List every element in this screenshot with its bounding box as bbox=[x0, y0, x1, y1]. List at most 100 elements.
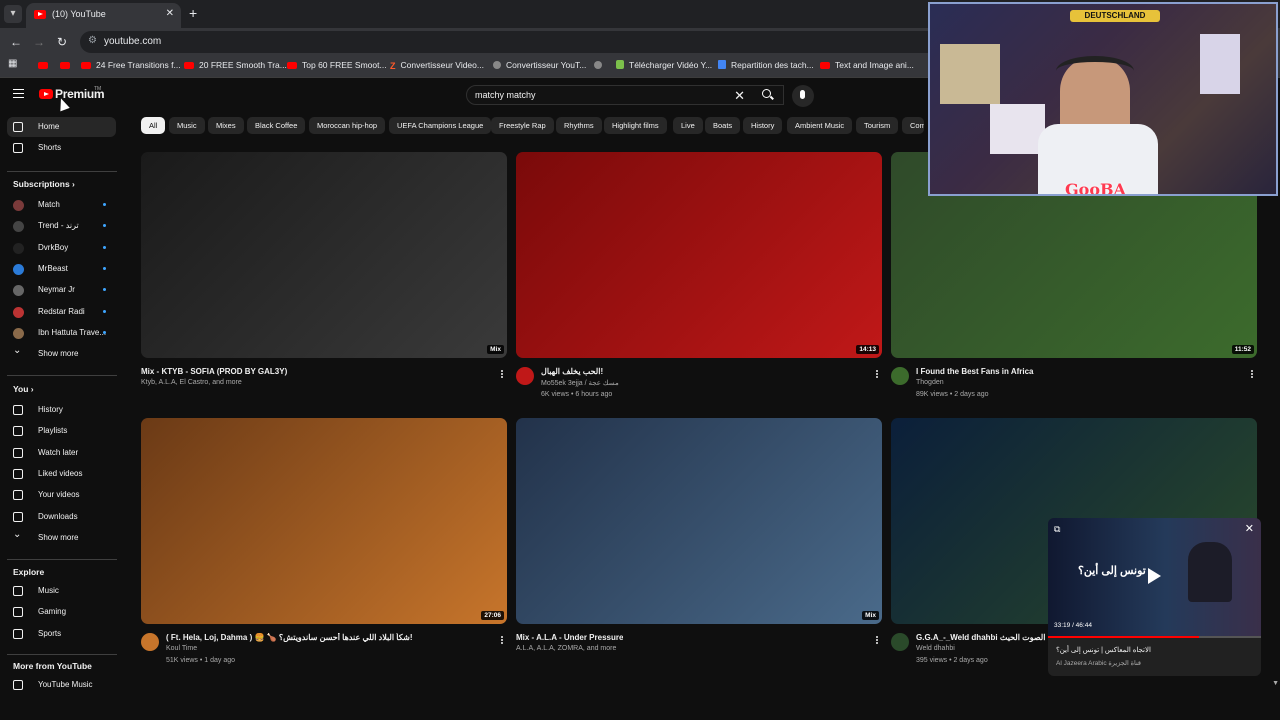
sidebar-item[interactable]: Downloads bbox=[7, 507, 116, 527]
filter-chip[interactable]: Boats bbox=[705, 117, 741, 134]
bookmark-3[interactable]: 20 FREE Smooth Tra... bbox=[184, 60, 287, 70]
channel-avatar[interactable] bbox=[516, 367, 534, 385]
channel-name[interactable]: A.L.A, A.L.A, ZOMRA, and more bbox=[516, 645, 616, 652]
scroll-down-arrow-icon[interactable]: ▼ bbox=[1272, 680, 1279, 687]
expand-icon[interactable]: ⧉ bbox=[1054, 524, 1060, 535]
close-tab-icon[interactable]: ✕ bbox=[166, 8, 174, 19]
sidebar-item[interactable]: Shorts bbox=[7, 138, 116, 158]
bookmark-7[interactable] bbox=[594, 60, 607, 70]
sidebar-item[interactable]: Neymar Jr bbox=[7, 280, 116, 300]
miniplayer[interactable]: تونس إلى أين؟ ⧉ ✕ 33:19 / 46:44 الاتجاه … bbox=[1048, 518, 1261, 676]
menu-icon[interactable] bbox=[13, 89, 24, 98]
search-icon[interactable] bbox=[762, 89, 771, 98]
filter-chip[interactable]: Freestyle Rap bbox=[491, 117, 554, 134]
video-title[interactable]: Mix - A.L.A - Under Pressure bbox=[516, 633, 623, 642]
apps-grid-icon[interactable]: ▦ bbox=[8, 58, 17, 69]
bookmark-5[interactable]: Z Convertisseur Video... bbox=[390, 60, 484, 71]
channel-name[interactable]: Mo55ek 3ejja / مسك عجة bbox=[541, 379, 619, 387]
more-options-icon[interactable] bbox=[876, 373, 878, 375]
channel-name[interactable]: Thogden bbox=[916, 379, 944, 386]
filter-chip[interactable]: All bbox=[141, 117, 166, 134]
bookmark-8[interactable]: Télécharger Vidéo Y... bbox=[616, 60, 712, 70]
video-thumbnail[interactable]: Mix bbox=[141, 152, 507, 358]
sidebar-section-title[interactable]: Subscriptions › bbox=[13, 179, 75, 189]
bookmark-10[interactable]: Text and Image ani... bbox=[820, 60, 914, 70]
sidebar-item[interactable]: Home bbox=[7, 117, 116, 137]
filter-chip[interactable]: Mixes bbox=[208, 117, 244, 134]
bookmark-4[interactable]: Top 60 FREE Smoot... bbox=[287, 60, 387, 70]
sidebar-item[interactable]: Ibn Hattuta Trave... bbox=[7, 323, 116, 343]
filter-chip[interactable]: Comp bbox=[902, 117, 924, 134]
miniplayer-channel[interactable]: Al Jazeera Arabic قناة الجزيرة bbox=[1056, 659, 1141, 667]
sidebar-item[interactable]: YouTube Music bbox=[7, 675, 116, 695]
sidebar-section-title[interactable]: More from YouTube bbox=[13, 661, 92, 671]
video-thumbnail[interactable]: 27:06 bbox=[141, 418, 507, 624]
progress-bar[interactable] bbox=[1048, 636, 1261, 638]
site-info-icon[interactable]: ⚙ bbox=[88, 35, 97, 46]
bookmark-0[interactable] bbox=[38, 60, 53, 70]
tab-search-button[interactable]: ▾ bbox=[4, 5, 22, 23]
reload-icon[interactable]: ↻ bbox=[57, 35, 67, 49]
filter-chip[interactable]: Live bbox=[673, 117, 703, 134]
forward-arrow-icon[interactable]: → bbox=[33, 35, 45, 49]
bookmark-9[interactable]: Repartition des tach... bbox=[718, 60, 814, 70]
sidebar-item[interactable]: Watch later bbox=[7, 443, 116, 463]
youtube-logo-icon[interactable] bbox=[39, 89, 53, 99]
video-title[interactable]: I Found the Best Fans in Africa bbox=[916, 367, 1034, 376]
filter-chip[interactable]: History bbox=[743, 117, 783, 134]
browser-tab[interactable]: (10) YouTube ✕ bbox=[26, 3, 181, 28]
filter-chip[interactable]: UEFA Champions League bbox=[389, 117, 492, 134]
play-icon[interactable] bbox=[1148, 568, 1161, 584]
video-title[interactable]: G.G.A_-_Weld dhahbi الخ الصوت الحيث bbox=[916, 633, 1057, 642]
channel-avatar[interactable] bbox=[891, 633, 909, 651]
sidebar-item[interactable]: Liked videos bbox=[7, 464, 116, 484]
more-options-icon[interactable] bbox=[501, 373, 503, 375]
sidebar-item[interactable]: DvrkBoy bbox=[7, 238, 116, 258]
more-options-icon[interactable] bbox=[876, 639, 878, 641]
omnibox[interactable]: ⚙ youtube.com bbox=[80, 31, 940, 53]
filter-chip[interactable]: Tourism bbox=[856, 117, 899, 134]
video-thumbnail[interactable]: Mix bbox=[516, 418, 882, 624]
more-options-icon[interactable] bbox=[1251, 373, 1253, 375]
filter-chip[interactable]: Black Coffee bbox=[247, 117, 306, 134]
sidebar-item[interactable]: Gaming bbox=[7, 602, 116, 622]
new-tab-button[interactable]: + bbox=[189, 5, 197, 21]
channel-avatar[interactable] bbox=[141, 633, 159, 651]
sidebar-section-title[interactable]: Explore bbox=[13, 567, 44, 577]
sidebar-item[interactable]: MrBeast bbox=[7, 259, 116, 279]
channel-name[interactable]: Ktyb, A.L.A, El Castro, and more bbox=[141, 379, 242, 386]
channel-name[interactable]: Weld dhahbi bbox=[916, 645, 955, 652]
close-miniplayer-icon[interactable]: ✕ bbox=[1245, 522, 1254, 535]
filter-chip[interactable]: Ambient Music bbox=[787, 117, 853, 134]
video-title[interactable]: الحب يخلف الهبال! bbox=[541, 367, 603, 376]
filter-chip[interactable]: Moroccan hip-hop bbox=[309, 117, 386, 134]
sidebar-item[interactable]: Trend - ترند bbox=[7, 216, 116, 236]
video-thumbnail[interactable]: 14:13 bbox=[516, 152, 882, 358]
filter-chip[interactable]: Highlight films bbox=[604, 117, 667, 134]
filter-chip[interactable]: Music bbox=[169, 117, 205, 134]
sidebar-item[interactable]: Redstar Radi bbox=[7, 302, 116, 322]
miniplayer-title[interactable]: الاتجاه المعاكس | تونس إلى أين؟ bbox=[1056, 646, 1151, 654]
sidebar-item[interactable]: History bbox=[7, 400, 116, 420]
sidebar-item[interactable]: Playlists bbox=[7, 421, 116, 441]
video-title[interactable]: ( Ft. Hela, Loj, Dahma ) 🍔 🍗 شكاً البلاد… bbox=[166, 633, 413, 642]
sidebar-item[interactable]: ⌄ Show more bbox=[7, 528, 116, 548]
video-title[interactable]: Mix - KTYB - SOFIA (PROD BY GAL3Y) bbox=[141, 367, 287, 376]
clear-search-icon[interactable]: ✕ bbox=[734, 88, 745, 104]
bookmark-2[interactable]: 24 Free Transitions f... bbox=[81, 60, 181, 70]
mic-icon[interactable] bbox=[792, 85, 814, 107]
filter-chip[interactable]: Rhythms bbox=[556, 117, 602, 134]
sidebar-section-title[interactable]: You › bbox=[13, 384, 34, 394]
channel-avatar[interactable] bbox=[891, 367, 909, 385]
sidebar-item[interactable]: Music bbox=[7, 581, 116, 601]
bookmark-6[interactable]: Convertisseur YouT... bbox=[493, 60, 586, 70]
bookmark-1[interactable] bbox=[60, 60, 75, 70]
sidebar-item[interactable]: Match bbox=[7, 195, 116, 215]
channel-name[interactable]: Koul Time bbox=[166, 645, 197, 652]
search-input[interactable]: matchy matchy ✕ bbox=[466, 85, 784, 105]
sidebar-item[interactable]: Your videos bbox=[7, 485, 116, 505]
sidebar-item[interactable]: Sports bbox=[7, 624, 116, 644]
sidebar-item[interactable]: ⌄ Show more bbox=[7, 344, 116, 364]
back-arrow-icon[interactable]: ← bbox=[10, 35, 22, 49]
more-options-icon[interactable] bbox=[501, 639, 503, 641]
